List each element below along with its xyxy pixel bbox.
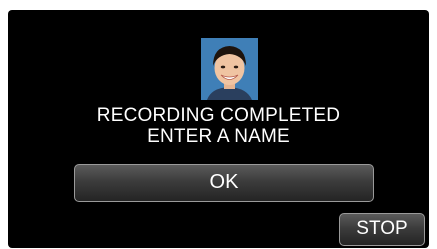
ok-button[interactable]: OK xyxy=(74,164,374,202)
stop-button[interactable]: STOP xyxy=(339,213,425,246)
face-thumbnail-image xyxy=(201,38,258,100)
recording-dialog-screen: RECORDING COMPLETED ENTER A NAME OK STOP xyxy=(8,10,429,248)
message-line-enter-name: ENTER A NAME xyxy=(147,126,290,147)
message-line-recording-completed: RECORDING COMPLETED xyxy=(96,105,341,126)
